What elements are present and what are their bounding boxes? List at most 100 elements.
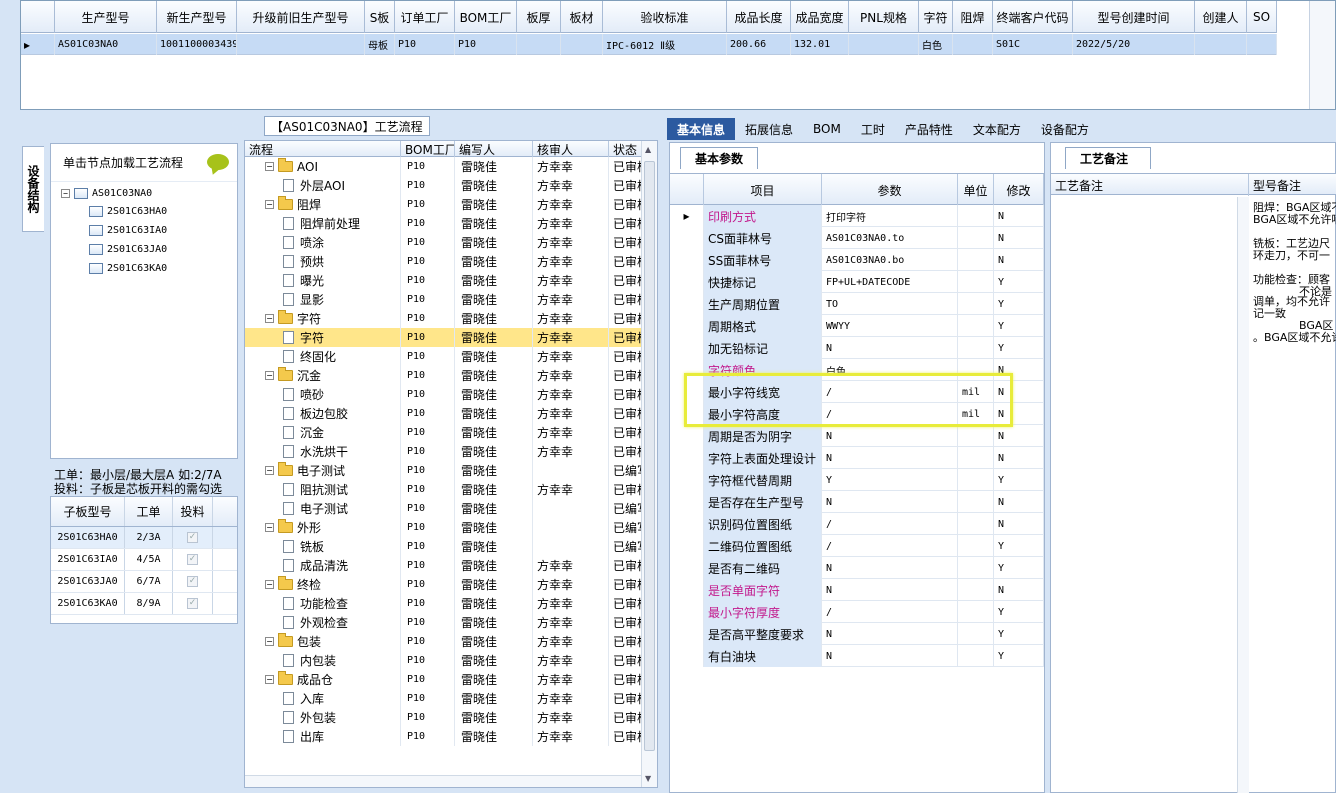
param-row[interactable]: 字符框代替周期 Y Y [670,469,1044,491]
collapse-icon[interactable]: − [61,188,70,198]
param-row[interactable]: 是否有二维码 N Y [670,557,1044,579]
param-row[interactable]: 二维码位置图纸 / Y [670,535,1044,557]
feed-checkbox[interactable]: ✓ [187,554,198,565]
param-value[interactable]: TO [822,293,958,315]
top-col-header[interactable]: S板 [365,1,395,33]
top-col-header[interactable]: 板厚 [517,1,561,33]
vertical-splitter-right[interactable] [660,118,667,793]
process-row[interactable]: − 电子测试 P10 雷晓佳 已编写 [245,461,657,480]
process-row[interactable]: − 外形 P10 雷晓佳 已编写 [245,518,657,537]
param-value[interactable]: / [822,513,958,535]
tree-child-node[interactable]: 2S01C63IA0 [89,221,167,239]
top-col-header[interactable]: 阻焊 [953,1,993,33]
param-row[interactable]: 快捷标记 FP+UL+DATECODE Y [670,271,1044,293]
feed-checkbox[interactable]: ✓ [187,532,198,543]
tree-child-node[interactable]: 2S01C63KA0 [89,259,167,277]
collapse-icon[interactable]: − [265,162,274,171]
collapse-icon[interactable]: − [265,637,274,646]
top-col-header[interactable]: SO [1247,1,1277,33]
top-col-header[interactable]: 成品宽度 [791,1,849,33]
param-row[interactable]: 字符上表面处理设计 N N [670,447,1044,469]
param-value[interactable]: N [822,337,958,359]
process-row[interactable]: 板边包胶 P10 雷晓佳 方幸幸 已审核 [245,404,657,423]
horizontal-splitter[interactable] [20,110,1336,116]
param-row[interactable]: SS面菲林号 AS01C03NA0.bo N [670,249,1044,271]
param-row[interactable]: ▸ 印刷方式 打印字符 N [670,205,1044,227]
param-value[interactable]: 打印字符 [822,205,958,227]
param-row[interactable]: 周期是否为阴字 N N [670,425,1044,447]
param-row[interactable]: 是否单面字符 N N [670,579,1044,601]
tab-detail[interactable]: 拓展信息 [735,118,803,140]
process-row[interactable]: − 阻焊 P10 雷晓佳 方幸幸 已审核 [245,195,657,214]
tab-detail[interactable]: 基本信息 [667,118,736,140]
top-col-header[interactable]: BOM工厂 [455,1,517,33]
process-row[interactable]: 成品清洗 P10 雷晓佳 方幸幸 已审核 [245,556,657,575]
sub-board-row[interactable]: 2S01C63JA0 6/7A ✓ [51,571,237,593]
top-col-header[interactable]: 升级前旧生产型号 [237,1,365,33]
param-value[interactable]: AS01C03NA0.bo [822,249,958,271]
top-col-header[interactable]: 订单工厂 [395,1,455,33]
process-row[interactable]: − 包装 P10 雷晓佳 方幸幸 已审核 [245,632,657,651]
collapse-icon[interactable]: − [265,371,274,380]
process-row[interactable]: 外层AOI P10 雷晓佳 方幸幸 已审核 [245,176,657,195]
process-row[interactable]: − 终检 P10 雷晓佳 方幸幸 已审核 [245,575,657,594]
top-col-header[interactable]: 生产型号 [55,1,157,33]
collapse-icon[interactable]: − [265,580,274,589]
param-value[interactable]: / [822,535,958,557]
process-col-header[interactable]: 编写人 [455,141,533,157]
collapse-icon[interactable]: − [265,200,274,209]
param-value[interactable]: N [822,557,958,579]
process-row[interactable]: 沉金 P10 雷晓佳 方幸幸 已审核 [245,423,657,442]
sub-board-row[interactable]: 2S01C63HA0 2/3A ✓ [51,527,237,549]
sub-board-row[interactable]: 2S01C63KA0 8/9A ✓ [51,593,237,615]
tab-detail[interactable]: BOM [803,118,851,140]
collapse-icon[interactable]: − [265,314,274,323]
process-row[interactable]: 电子测试 P10 雷晓佳 已编写 [245,499,657,518]
tree-child-node[interactable]: 2S01C63HA0 [89,202,167,220]
param-row[interactable]: 是否存在生产型号 N N [670,491,1044,513]
param-row[interactable]: 生产周期位置 TO Y [670,293,1044,315]
param-row[interactable]: CS面菲林号 AS01C03NA0.to N [670,227,1044,249]
param-value[interactable]: AS01C03NA0.to [822,227,958,249]
process-grid-hscroll[interactable] [245,775,641,787]
process-row[interactable]: − AOI P10 雷晓佳 方幸幸 已审核 [245,157,657,176]
sg-feed[interactable]: ✓ [173,571,213,592]
speech-bubble-icon[interactable] [207,154,229,170]
top-col-header[interactable]: 字符 [919,1,953,33]
param-value[interactable]: Y [822,469,958,491]
param-row[interactable]: 有白油块 N Y [670,645,1044,667]
param-value[interactable]: N [822,623,958,645]
tree-child-node[interactable]: 2S01C63JA0 [89,240,167,258]
process-row[interactable]: 入库 P10 雷晓佳 方幸幸 已审核 [245,689,657,708]
feed-checkbox[interactable]: ✓ [187,598,198,609]
param-row[interactable]: 最小字符厚度 / Y [670,601,1044,623]
param-row[interactable]: 识别码位置图纸 / N [670,513,1044,535]
param-value[interactable]: N [822,645,958,667]
scroll-down-icon[interactable]: ▼ [645,774,651,783]
tab-base-params[interactable]: 基本参数 [680,147,759,169]
top-col-header[interactable]: 终端客户代码 [993,1,1073,33]
collapse-icon[interactable]: − [265,466,274,475]
process-col-header[interactable]: 流程 [245,141,401,157]
scroll-thumb[interactable] [644,161,655,751]
process-row[interactable]: 曝光 P10 雷晓佳 方幸幸 已审核 [245,271,657,290]
tab-device-structure[interactable]: 设备结构 [22,146,44,232]
param-value[interactable]: N [822,491,958,513]
process-row[interactable]: 出库 P10 雷晓佳 方幸幸 已审核 [245,727,657,746]
collapse-icon[interactable]: − [265,523,274,532]
tree-root-node[interactable]: − AS01C03NA0 [61,184,152,202]
process-row[interactable]: 水洗烘干 P10 雷晓佳 方幸幸 已审核 [245,442,657,461]
sg-feed[interactable]: ✓ [173,593,213,614]
process-row[interactable]: 铣板 P10 雷晓佳 已编写 [245,537,657,556]
process-row[interactable]: − 成品仓 P10 雷晓佳 方幸幸 已审核 [245,670,657,689]
param-row[interactable]: 是否高平整度要求 N Y [670,623,1044,645]
process-row[interactable]: 外观检查 P10 雷晓佳 方幸幸 已审核 [245,613,657,632]
model-grid-selected-row[interactable]: ▸ AS01C03NA0 10011000034392 母板 P10 P10 IPC-601… [21,34,1277,55]
notes-vscroll[interactable] [1237,197,1249,793]
param-row[interactable]: 周期格式 WWYY Y [670,315,1044,337]
top-col-header[interactable]: 成品长度 [727,1,791,33]
process-row[interactable]: 阻焊前处理 P10 雷晓佳 方幸幸 已审核 [245,214,657,233]
process-row[interactable]: 内包装 P10 雷晓佳 方幸幸 已审核 [245,651,657,670]
top-col-header[interactable]: 型号创建时间 [1073,1,1195,33]
tab-detail[interactable]: 设备配方 [1031,118,1099,140]
